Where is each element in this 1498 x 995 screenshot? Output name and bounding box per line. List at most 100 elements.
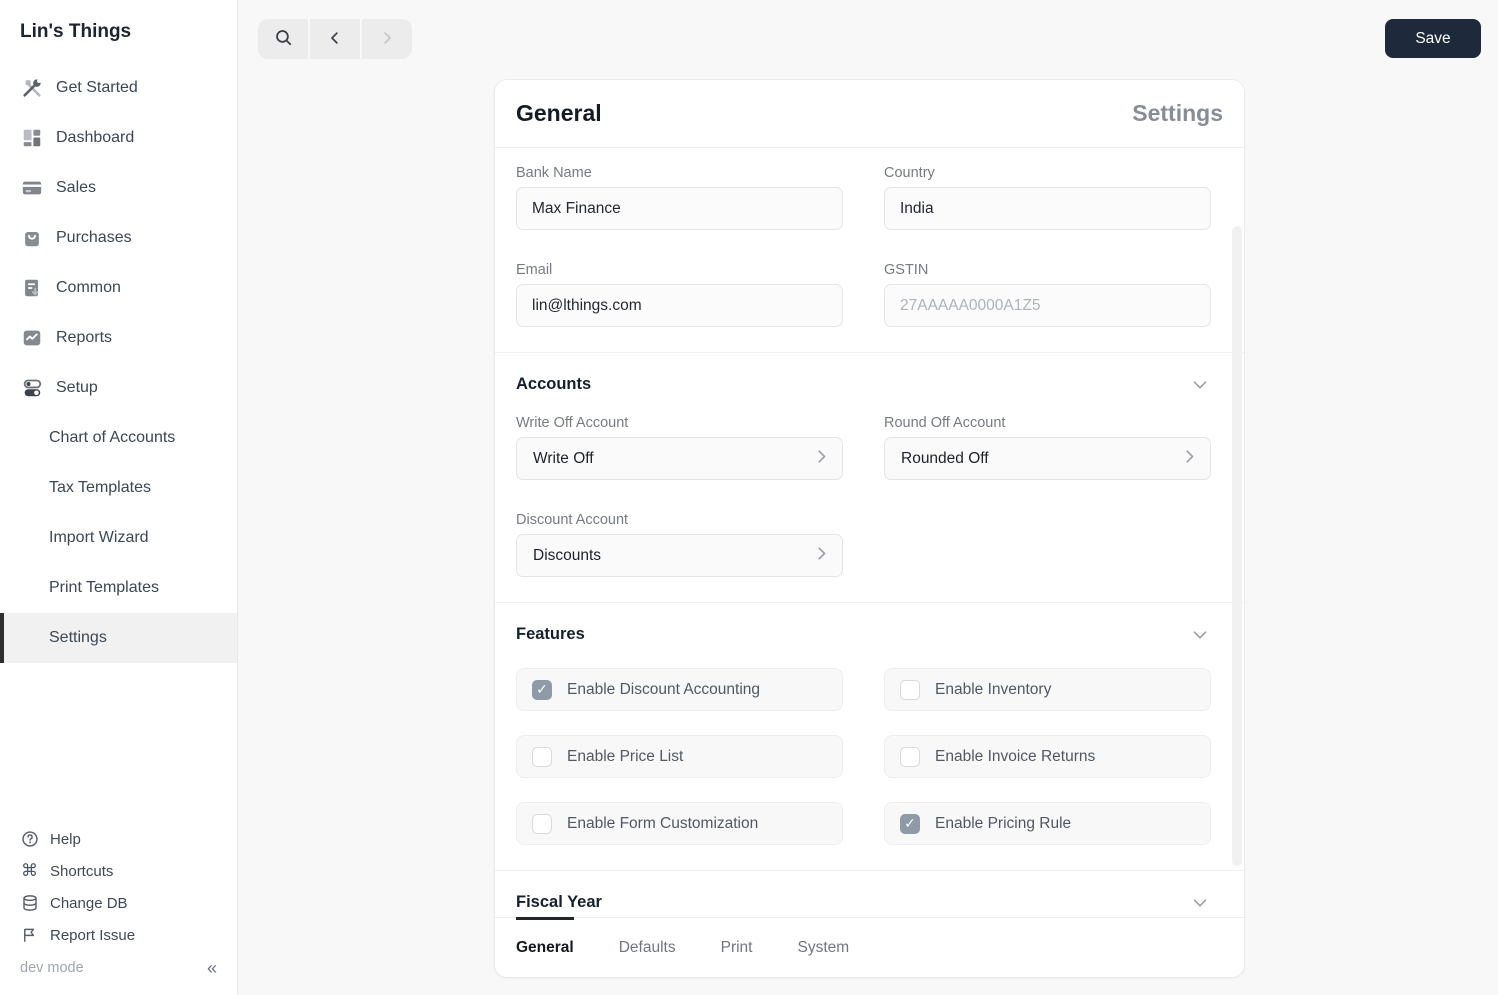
sidebar-item-label: Setup bbox=[56, 379, 98, 396]
shopping-bag-icon bbox=[20, 227, 43, 250]
chevron-down-icon[interactable] bbox=[1189, 627, 1211, 643]
tab-general[interactable]: General bbox=[516, 917, 574, 977]
footer-item-label: Help bbox=[50, 830, 81, 848]
bank-name-label: Bank Name bbox=[516, 165, 592, 181]
scrollbar-thumb[interactable] bbox=[1232, 226, 1242, 866]
sidebar-item-tax-templates[interactable]: Tax Templates bbox=[0, 463, 237, 513]
section-divider bbox=[495, 602, 1244, 603]
help-button[interactable]: Help bbox=[20, 823, 217, 855]
sidebar-item-settings[interactable]: Settings bbox=[0, 613, 237, 663]
country-input[interactable] bbox=[884, 187, 1211, 230]
tools-icon bbox=[20, 77, 43, 100]
accounts-section-header: Accounts bbox=[516, 375, 1211, 394]
feature-label: Enable Form Customization bbox=[567, 814, 759, 832]
feature-label: Enable Pricing Rule bbox=[935, 814, 1072, 832]
form-row: Bank Name Country bbox=[516, 165, 1211, 230]
form-row: Write Off Account Write Off Round Off Ac… bbox=[516, 415, 1211, 480]
tab-defaults[interactable]: Defaults bbox=[619, 918, 676, 977]
round-off-account-select[interactable]: Rounded Off bbox=[884, 437, 1211, 480]
enable-invoice-returns-toggle[interactable]: Enable Invoice Returns bbox=[884, 735, 1211, 778]
tab-system[interactable]: System bbox=[797, 918, 849, 977]
enable-pricing-rule-toggle[interactable]: Enable Pricing Rule bbox=[884, 802, 1211, 845]
chevron-right-icon bbox=[818, 546, 826, 565]
checkbox-icon bbox=[900, 679, 920, 700]
flag-icon bbox=[20, 926, 39, 945]
feature-label: Enable Discount Accounting bbox=[567, 680, 761, 698]
page-subtitle: Settings bbox=[1132, 100, 1223, 126]
accounts-heading: Accounts bbox=[516, 375, 592, 393]
round-off-account-value: Rounded Off bbox=[901, 449, 989, 467]
sidebar-item-chart-of-accounts[interactable]: Chart of Accounts bbox=[0, 413, 237, 463]
workspace-title: Lin's Things bbox=[20, 21, 132, 42]
chevron-right-icon bbox=[818, 449, 826, 468]
chevron-down-icon[interactable] bbox=[1189, 895, 1211, 911]
settings-form: Bank Name Country Email GSTIN bbox=[495, 148, 1244, 917]
document-icon bbox=[20, 277, 43, 300]
checkbox-icon bbox=[532, 679, 552, 700]
sidebar-item-label: Sales bbox=[56, 179, 97, 196]
feature-label: Enable Price List bbox=[567, 747, 684, 765]
search-button[interactable] bbox=[258, 19, 308, 59]
toggles-icon bbox=[20, 377, 43, 400]
settings-tab-bar: General Defaults Print System bbox=[495, 917, 1244, 977]
sidebar-item-setup[interactable]: Setup bbox=[0, 363, 237, 413]
gstin-label: GSTIN bbox=[884, 262, 929, 278]
email-group: Email bbox=[516, 262, 843, 327]
dashboard-icon bbox=[20, 127, 43, 150]
sidebar-item-label: Purchases bbox=[56, 229, 132, 246]
email-input[interactable] bbox=[516, 284, 843, 327]
forward-button-disabled[interactable] bbox=[362, 19, 412, 59]
country-label: Country bbox=[884, 165, 935, 181]
chevron-down-icon[interactable] bbox=[1189, 377, 1211, 393]
back-button[interactable] bbox=[310, 19, 360, 59]
discount-account-select[interactable]: Discounts bbox=[516, 534, 843, 577]
sidebar-item-reports[interactable]: Reports bbox=[0, 313, 237, 363]
footer-item-label: Change DB bbox=[50, 894, 128, 912]
bank-name-group: Bank Name bbox=[516, 165, 843, 230]
sidebar-item-import-wizard[interactable]: Import Wizard bbox=[0, 513, 237, 563]
chevron-right-icon bbox=[1186, 449, 1194, 468]
sidebar-subitem-label: Print Templates bbox=[49, 579, 159, 596]
section-divider bbox=[495, 870, 1244, 871]
discount-account-label: Discount Account bbox=[516, 512, 629, 528]
write-off-account-select[interactable]: Write Off bbox=[516, 437, 843, 480]
enable-discount-accounting-toggle[interactable]: Enable Discount Accounting bbox=[516, 668, 843, 711]
tab-print[interactable]: Print bbox=[721, 918, 753, 977]
form-row: Discount Account Discounts bbox=[516, 512, 1211, 577]
feature-label: Enable Inventory bbox=[935, 680, 1052, 698]
write-off-account-label: Write Off Account bbox=[516, 415, 629, 431]
checkbox-icon bbox=[532, 813, 552, 834]
report-issue-button[interactable]: Report Issue bbox=[20, 919, 217, 951]
sidebar-item-sales[interactable]: Sales bbox=[0, 163, 237, 213]
sidebar-nav: Get Started Dashboard Sales Purchases Co… bbox=[0, 63, 237, 663]
sidebar-item-print-templates[interactable]: Print Templates bbox=[0, 563, 237, 613]
footer-item-label: Report Issue bbox=[50, 926, 136, 944]
country-group: Country bbox=[884, 165, 1211, 230]
command-icon: ⌘ bbox=[21, 861, 38, 880]
feature-label: Enable Invoice Returns bbox=[935, 747, 1096, 765]
sidebar-item-label: Dashboard bbox=[56, 129, 135, 146]
features-heading: Features bbox=[516, 625, 585, 643]
shortcuts-button[interactable]: ⌘ Shortcuts bbox=[20, 855, 217, 887]
enable-form-customization-toggle[interactable]: Enable Form Customization bbox=[516, 802, 843, 845]
settings-card: General Settings Bank Name Country Email bbox=[495, 80, 1244, 977]
gstin-input[interactable] bbox=[884, 284, 1211, 327]
footer-item-label: Shortcuts bbox=[50, 862, 114, 880]
save-button[interactable]: Save bbox=[1385, 19, 1481, 58]
change-db-button[interactable]: Change DB bbox=[20, 887, 217, 919]
section-divider bbox=[495, 352, 1244, 353]
main-content: Save General Settings Bank Name Country … bbox=[239, 0, 1498, 995]
bank-name-input[interactable] bbox=[516, 187, 843, 230]
sidebar-item-purchases[interactable]: Purchases bbox=[0, 213, 237, 263]
sidebar-item-label: Common bbox=[56, 279, 121, 296]
enable-inventory-toggle[interactable]: Enable Inventory bbox=[884, 668, 1211, 711]
sidebar-item-common[interactable]: Common bbox=[0, 263, 237, 313]
sidebar-item-label: Reports bbox=[56, 329, 113, 346]
sidebar-item-get-started[interactable]: Get Started bbox=[0, 63, 237, 113]
fiscal-year-heading: Fiscal Year bbox=[516, 893, 602, 911]
sidebar: Lin's Things Get Started Dashboard Sales… bbox=[0, 0, 238, 995]
enable-price-list-toggle[interactable]: Enable Price List bbox=[516, 735, 843, 778]
nav-button-group bbox=[258, 19, 412, 59]
collapse-sidebar-button[interactable]: « bbox=[207, 958, 217, 979]
sidebar-item-dashboard[interactable]: Dashboard bbox=[0, 113, 237, 163]
